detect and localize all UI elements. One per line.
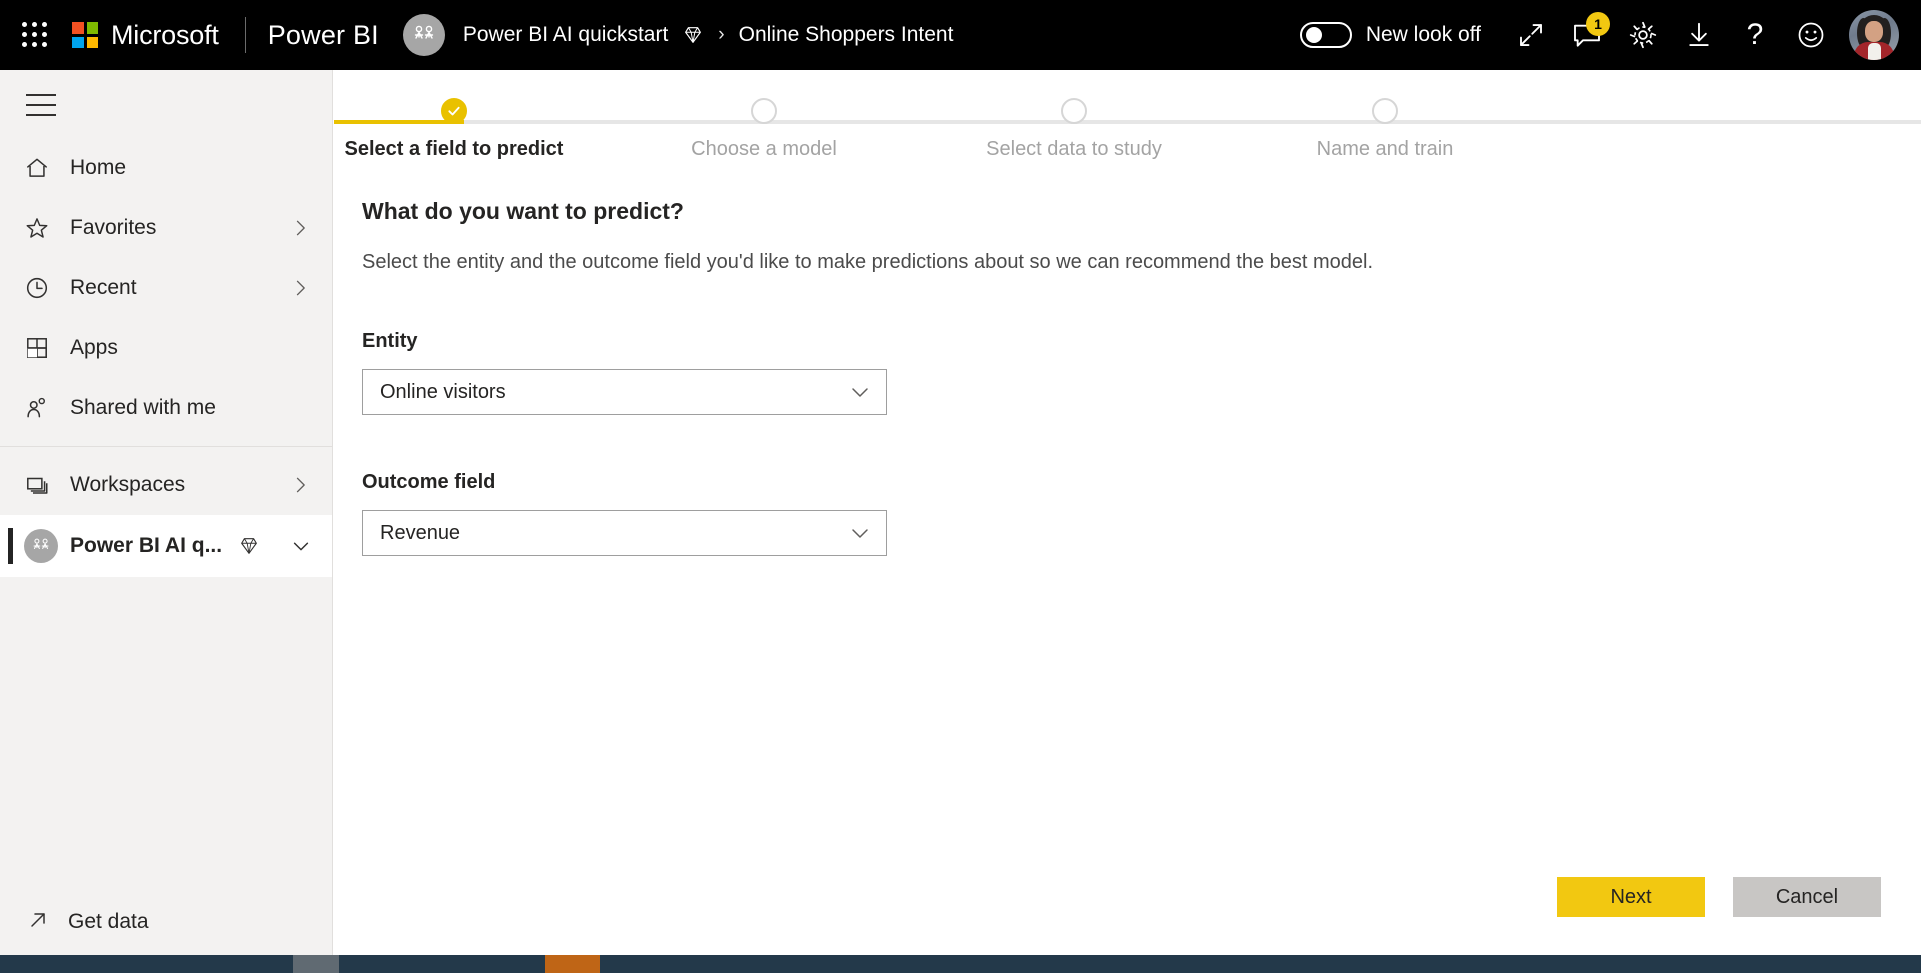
powerbi-brand-link[interactable]: Power BI xyxy=(268,20,379,51)
wizard-actions: Next Cancel xyxy=(1557,877,1881,917)
step-label: Select data to study xyxy=(986,138,1162,161)
sidebar-item-label: Workspaces xyxy=(70,473,185,497)
sidebar-item-favorites[interactable]: Favorites xyxy=(0,198,332,258)
get-data-button[interactable]: Get data xyxy=(0,889,333,955)
avatar-shirt xyxy=(1868,43,1881,60)
outcome-field-dropdown[interactable]: Revenue xyxy=(362,510,887,556)
settings-gear-icon[interactable] xyxy=(1615,7,1671,63)
people-icon xyxy=(24,395,58,421)
people-group-icon xyxy=(411,24,437,46)
help-icon[interactable]: ? xyxy=(1727,7,1783,63)
feedback-smiley-icon[interactable] xyxy=(1783,7,1839,63)
step-label: Name and train xyxy=(1317,138,1454,161)
step-name-and-train[interactable]: Name and train xyxy=(1265,98,1505,161)
breadcrumb-current-item[interactable]: Online Shoppers Intent xyxy=(739,23,954,47)
page-title: What do you want to predict? xyxy=(362,198,1921,225)
breadcrumb: Power BI AI quickstart › Online Shoppers… xyxy=(463,23,954,47)
sidebar-item-label: Shared with me xyxy=(70,396,216,420)
chevron-down-icon[interactable] xyxy=(290,535,312,557)
sidebar-item-shared-with-me[interactable]: Shared with me xyxy=(0,378,332,438)
breadcrumb-workspace[interactable]: Power BI AI quickstart xyxy=(463,23,668,47)
microsoft-wordmark: Microsoft xyxy=(111,20,219,51)
wizard-panel: What do you want to predict? Select the … xyxy=(334,178,1921,556)
chevron-right-icon[interactable] xyxy=(290,475,310,495)
top-header-bar: Microsoft Power BI Power BI AI quickstar… xyxy=(0,0,1921,70)
step-dot-active[interactable] xyxy=(441,98,467,124)
sidebar-item-label: Apps xyxy=(70,336,118,360)
next-button[interactable]: Next xyxy=(1557,877,1705,917)
page-description: Select the entity and the outcome field … xyxy=(362,251,1921,274)
home-icon xyxy=(24,155,58,181)
workspace-avatar-icon[interactable] xyxy=(403,14,445,56)
get-data-label: Get data xyxy=(68,910,149,934)
sidebar-item-home[interactable]: Home xyxy=(0,138,332,198)
sidebar-item-current-workspace[interactable]: Power BI AI q... xyxy=(0,515,332,577)
sidebar-item-label: Recent xyxy=(70,276,137,300)
workspace-avatar-icon xyxy=(24,529,58,563)
taskbar-segment-active xyxy=(545,955,600,973)
expand-icon[interactable] xyxy=(1503,7,1559,63)
download-icon[interactable] xyxy=(1671,7,1727,63)
microsoft-logo[interactable]: Microsoft xyxy=(72,20,219,51)
avatar[interactable] xyxy=(1849,10,1899,60)
toggle-knob xyxy=(1306,27,1322,43)
new-look-switch[interactable] xyxy=(1300,22,1352,48)
sidebar-item-label: Home xyxy=(70,156,126,180)
sidebar-item-workspaces[interactable]: Workspaces xyxy=(0,455,332,515)
avatar-face xyxy=(1865,21,1883,42)
sidebar-item-label: Favorites xyxy=(70,216,156,240)
outcome-field-label: Outcome field xyxy=(362,471,1921,494)
chevron-down-icon[interactable] xyxy=(848,521,872,545)
outcome-selected-value: Revenue xyxy=(380,522,460,545)
header-actions: New look off 1 xyxy=(1300,7,1921,63)
step-label: Choose a model xyxy=(691,138,837,161)
entity-selected-value: Online visitors xyxy=(380,381,506,404)
arrow-up-right-icon xyxy=(26,908,50,937)
step-dot-pending[interactable] xyxy=(751,98,777,124)
entity-dropdown[interactable]: Online visitors xyxy=(362,369,887,415)
os-taskbar[interactable] xyxy=(0,955,1921,973)
header-divider xyxy=(245,17,246,53)
diamond-icon xyxy=(238,535,260,557)
selected-indicator-bar xyxy=(8,528,13,564)
sidebar-item-recent[interactable]: Recent xyxy=(0,258,332,318)
step-select-data-to-study[interactable]: Select data to study xyxy=(954,98,1194,161)
workspaces-icon xyxy=(24,472,58,498)
cancel-button[interactable]: Cancel xyxy=(1733,877,1881,917)
entity-label: Entity xyxy=(362,330,1921,353)
main-content-area: Select a field to predict Choose a model… xyxy=(334,70,1921,955)
notification-badge: 1 xyxy=(1586,12,1610,36)
apps-grid-icon xyxy=(24,335,58,361)
chevron-right-icon[interactable] xyxy=(290,278,310,298)
notifications-icon[interactable]: 1 xyxy=(1559,7,1615,63)
left-navigation-sidebar: Home Favorites Recent xyxy=(0,70,333,955)
menu-toggle-icon[interactable] xyxy=(26,94,56,116)
chevron-down-icon[interactable] xyxy=(848,380,872,404)
help-question-glyph: ? xyxy=(1747,20,1764,50)
step-choose-a-model[interactable]: Choose a model xyxy=(644,98,884,161)
step-select-a-field-to-predict[interactable]: Select a field to predict xyxy=(334,98,574,161)
new-look-label: New look off xyxy=(1366,23,1481,47)
taskbar-segment-gray xyxy=(293,955,339,973)
breadcrumb-separator: › xyxy=(718,24,724,46)
check-icon xyxy=(447,104,461,118)
sidebar-divider xyxy=(0,446,332,447)
sidebar-item-apps[interactable]: Apps xyxy=(0,318,332,378)
step-label: Select a field to predict xyxy=(345,138,564,161)
step-dot-pending[interactable] xyxy=(1061,98,1087,124)
star-icon xyxy=(24,215,58,241)
wizard-stepper: Select a field to predict Choose a model… xyxy=(334,98,1921,178)
current-workspace-label: Power BI AI q... xyxy=(70,534,222,558)
microsoft-squares-icon xyxy=(72,22,98,48)
sidebar-nav-list: Home Favorites Recent xyxy=(0,138,332,577)
chevron-right-icon[interactable] xyxy=(290,218,310,238)
new-look-toggle[interactable]: New look off xyxy=(1300,22,1481,48)
clock-icon xyxy=(24,275,58,301)
app-launcher-waffle-icon[interactable] xyxy=(22,22,48,48)
diamond-icon xyxy=(682,24,704,46)
step-dot-pending[interactable] xyxy=(1372,98,1398,124)
